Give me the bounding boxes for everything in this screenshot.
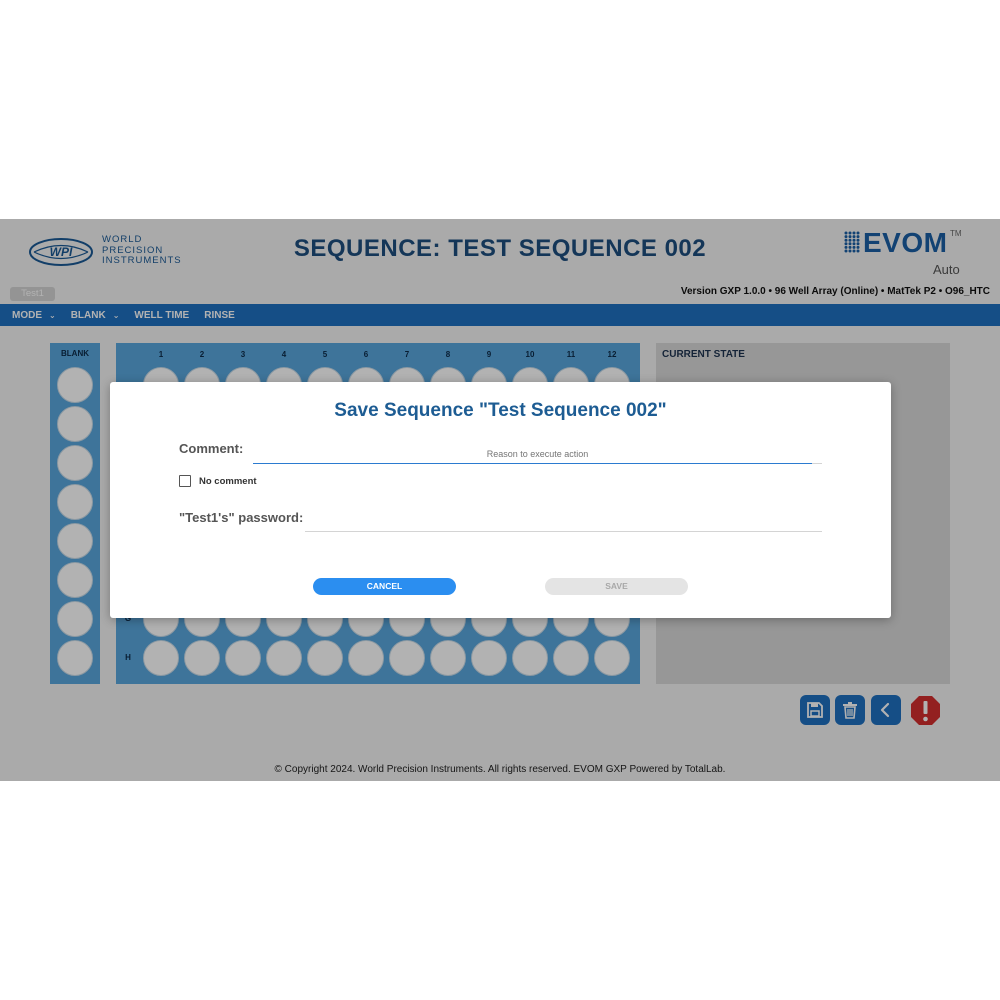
no-comment-checkbox[interactable] [179,475,191,487]
app-window: WPI WORLD PRECISION INSTRUMENTS SEQUENCE… [0,219,1000,781]
dialog-title: Save Sequence "Test Sequence 002" [334,400,667,421]
password-field[interactable] [305,513,822,532]
comment-focus-underline [253,463,812,464]
comment-input[interactable] [253,444,822,464]
save-dialog-button[interactable]: SAVE [545,578,688,595]
no-comment-option[interactable]: No comment [179,475,257,487]
save-sequence-dialog: Save Sequence "Test Sequence 002" Commen… [110,382,891,618]
password-label: "Test1's" password: [179,510,304,525]
cancel-button[interactable]: CANCEL [313,578,456,595]
no-comment-label: No comment [199,475,257,487]
comment-label: Comment: [179,441,244,456]
